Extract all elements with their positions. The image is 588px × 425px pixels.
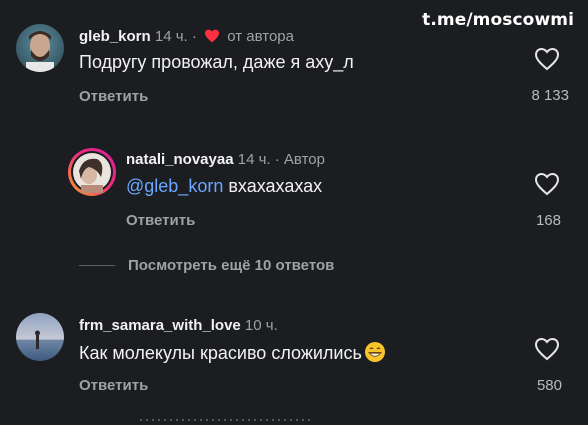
mention-link[interactable]: @gleb_korn [126, 176, 223, 196]
username[interactable]: frm_samara_with_love [79, 317, 241, 334]
like-count: 580 [536, 377, 562, 394]
more-replies-label[interactable]: Посмотреть ещё 10 ответов [128, 257, 334, 274]
replies-divider-line [79, 265, 115, 266]
separator: · [191, 28, 197, 45]
author-badge: Автор [283, 151, 325, 168]
username[interactable]: gleb_korn [79, 28, 151, 45]
comment-text: Как молекулы красиво сложились [79, 341, 386, 364]
author-heart-icon [205, 29, 220, 43]
reply-button[interactable]: Ответить [79, 88, 148, 105]
grinning-emoji-icon [364, 342, 385, 362]
timestamp: 10 ч. [244, 317, 278, 334]
author-badge: от автора [227, 28, 294, 45]
timestamp: 14 ч. [237, 151, 271, 168]
avatar[interactable] [67, 147, 117, 197]
comment-meta: frm_samara_with_love 10 ч. [79, 317, 278, 334]
avatar[interactable] [16, 24, 64, 72]
comment-meta: gleb_korn 14 ч. · от автора [79, 28, 294, 45]
avatar[interactable] [16, 313, 64, 361]
like-count: 168 [535, 212, 561, 229]
separator: · [274, 151, 280, 168]
comment-text: Подругу провожал, даже я аху_л [79, 52, 354, 72]
reply-button[interactable]: Ответить [126, 212, 195, 229]
like-heart-icon[interactable] [534, 172, 560, 196]
like-count: 8 133 [531, 87, 569, 104]
comment-body: вхахахахах [228, 176, 323, 196]
comment-text: @gleb_korn вхахахахах [126, 176, 322, 197]
cut-off-text-fragment [140, 419, 310, 421]
like-heart-icon[interactable] [534, 47, 560, 71]
watermark: t.me/moscowmi [422, 10, 574, 30]
comment-body: Как молекулы красиво сложились [79, 343, 362, 363]
like-heart-icon[interactable] [534, 337, 560, 361]
timestamp: 14 ч. [154, 28, 188, 45]
username[interactable]: natali_novayaa [126, 151, 234, 168]
reply-button[interactable]: Ответить [79, 377, 148, 394]
comment-meta: natali_novayaa 14 ч. · Автор [126, 151, 325, 168]
